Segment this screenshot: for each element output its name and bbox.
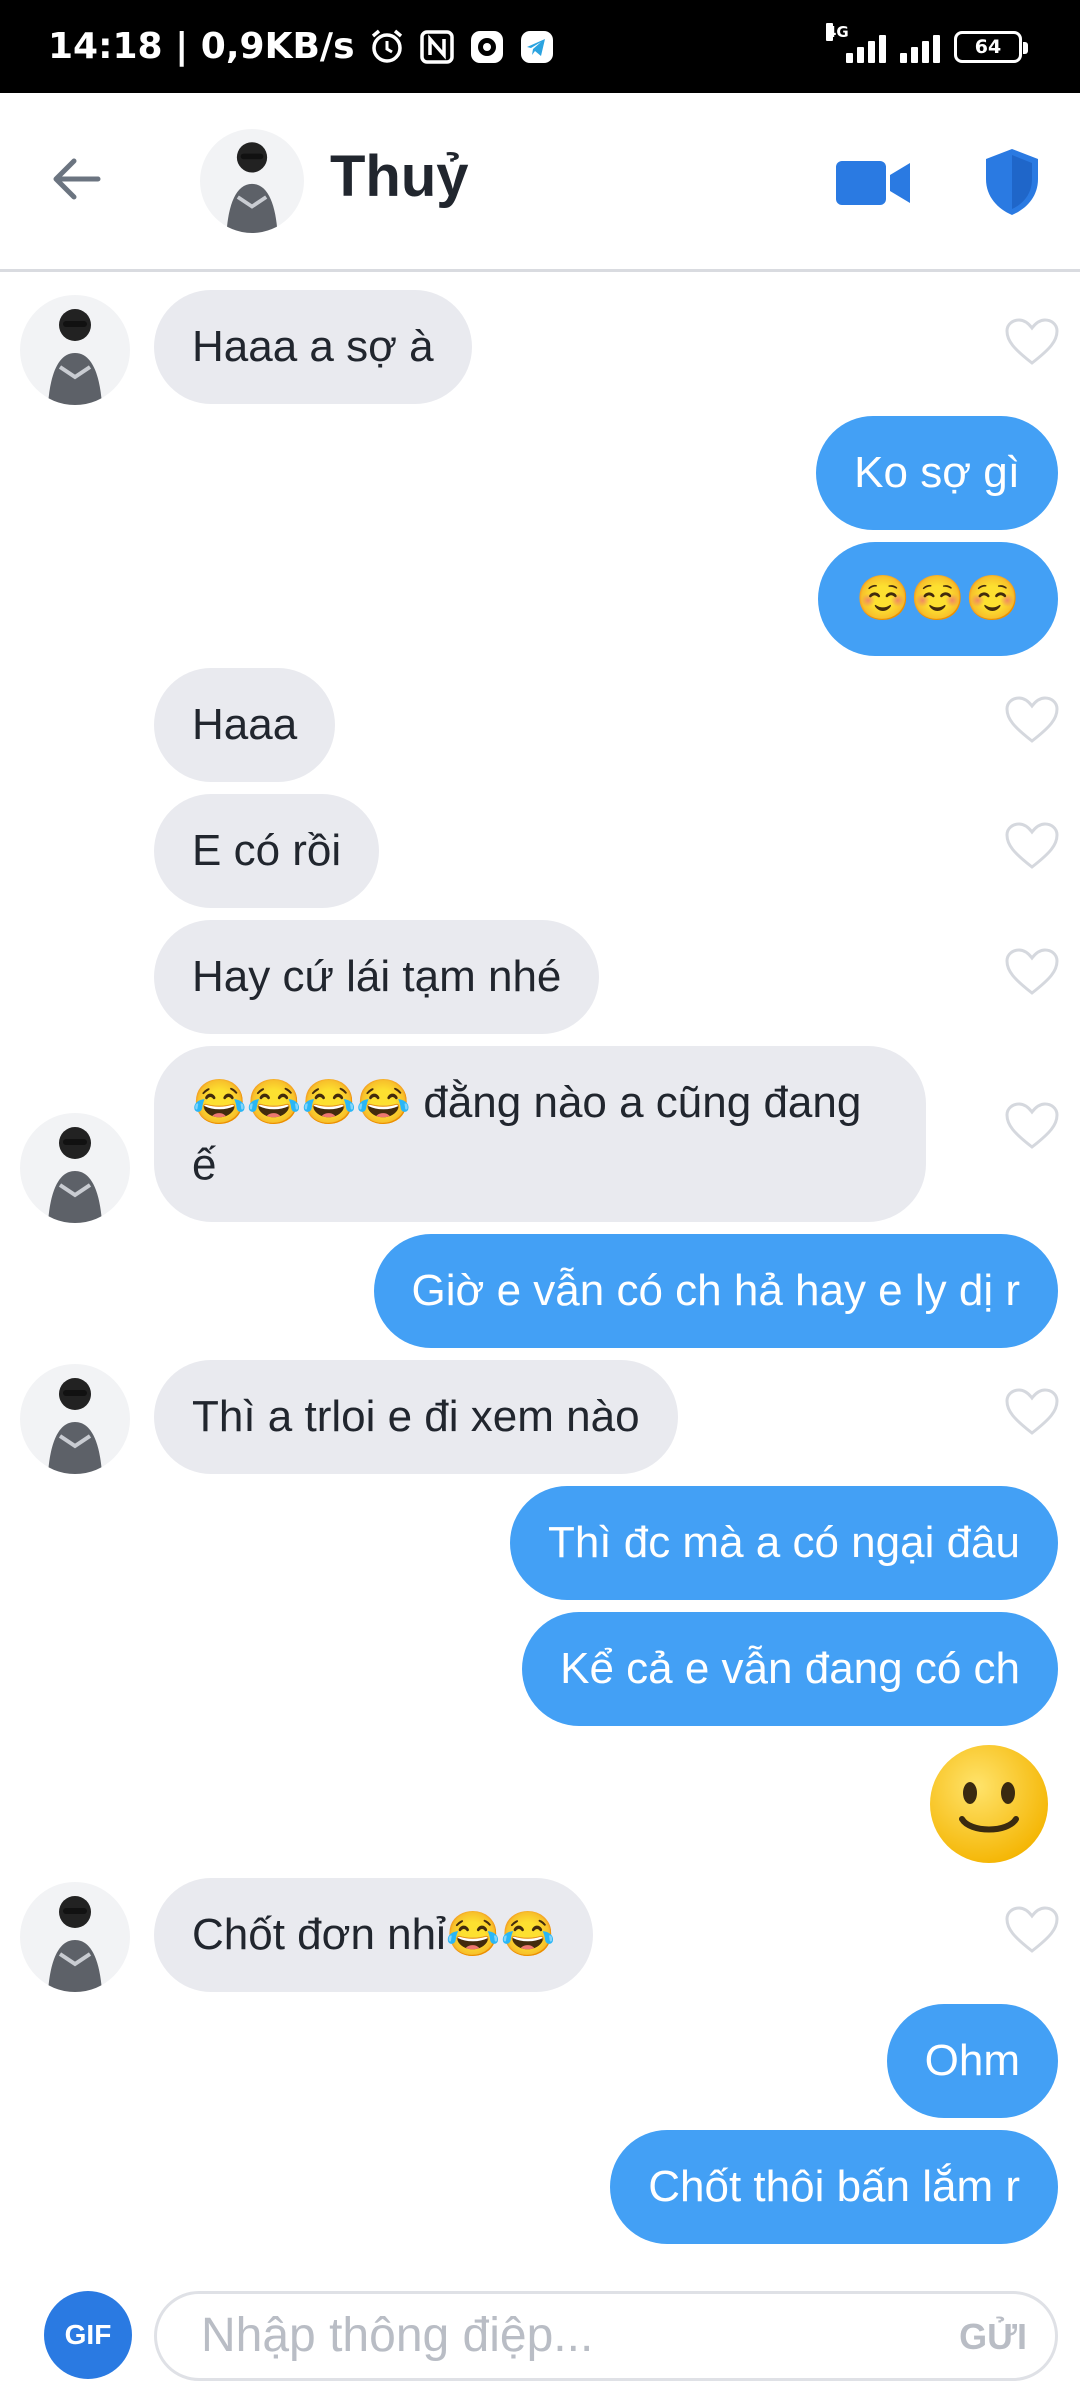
incoming-message[interactable]: Haaa [154, 668, 336, 782]
incoming-message[interactable]: E có rồi [154, 794, 380, 908]
incoming-message[interactable]: Thì a trloi e đi xem nào [154, 1360, 678, 1474]
outgoing-message[interactable]: Giờ e vẫn có ch hả hay e ly dị r [373, 1234, 1058, 1348]
outgoing-message[interactable]: Kể cả e vẫn đang có ch [522, 1612, 1058, 1726]
status-bar: 14:18 | 0,9KB/s 4G 64 [0, 0, 1080, 93]
sender-avatar[interactable] [20, 1882, 130, 1992]
sender-avatar[interactable] [20, 295, 130, 405]
like-heart-icon[interactable] [1004, 1905, 1060, 1955]
back-arrow-icon[interactable] [40, 141, 116, 217]
signal-4g-icon: 4G [826, 22, 886, 63]
telegram-icon [519, 29, 555, 65]
message-input[interactable]: Nhập thông điệp... GỬI [154, 2291, 1058, 2381]
nfc-icon [419, 29, 455, 65]
outgoing-message[interactable]: Ko sợ gì [816, 416, 1058, 530]
alarm-icon [369, 29, 405, 65]
outgoing-message[interactable]: ☺️☺️☺️ [817, 542, 1058, 656]
gif-button[interactable]: GIF [44, 2291, 132, 2379]
battery-level: 64 [974, 35, 1002, 58]
send-button[interactable]: GỬI [959, 2316, 1027, 2358]
incoming-message[interactable]: Hay cứ lái tạm nhé [154, 920, 600, 1034]
incoming-message[interactable]: 😂😂😂😂 đằng nào a cũng đang ế [154, 1046, 926, 1222]
outgoing-message[interactable]: Thì đc mà a có ngại đâu [509, 1486, 1058, 1600]
like-heart-icon[interactable] [1004, 821, 1060, 871]
battery-icon: 64 [954, 30, 1028, 63]
video-call-icon[interactable] [836, 157, 912, 209]
shield-icon[interactable] [982, 147, 1042, 217]
app-notification-icon [469, 29, 505, 65]
chat-header: Thuỷ [0, 93, 1080, 272]
like-heart-icon[interactable] [1004, 317, 1060, 367]
network-type: 4G [826, 22, 849, 41]
sender-avatar[interactable] [20, 1364, 130, 1474]
like-heart-icon[interactable] [1004, 695, 1060, 745]
incoming-message[interactable]: Chốt đơn nhỉ😂😂 [154, 1878, 594, 1992]
contact-name: Thuỷ [330, 144, 469, 209]
message-input-placeholder: Nhập thông điệp... [201, 2309, 594, 2362]
like-heart-icon[interactable] [1004, 1387, 1060, 1437]
like-heart-icon[interactable] [1004, 1101, 1060, 1151]
sender-avatar[interactable] [20, 1113, 130, 1223]
smiling-face-emoji-message[interactable] [926, 1741, 1052, 1867]
incoming-message[interactable]: Haaa a sợ à [154, 290, 472, 404]
outgoing-message[interactable]: Chốt thôi bấn lắm r [610, 2130, 1058, 2244]
contact-avatar[interactable] [200, 129, 304, 233]
message-composer: GIF Nhập thông điệp... GỬI [0, 2275, 1080, 2400]
outgoing-message[interactable]: Ohm [886, 2004, 1058, 2118]
status-time-speed: 14:18 | 0,9KB/s [48, 26, 355, 67]
signal-icon [900, 31, 940, 63]
like-heart-icon[interactable] [1004, 947, 1060, 997]
message-list[interactable]: Haaa a sợ à Ko sợ gì ☺️☺️☺️ Haaa E có rồ… [0, 275, 1080, 2275]
